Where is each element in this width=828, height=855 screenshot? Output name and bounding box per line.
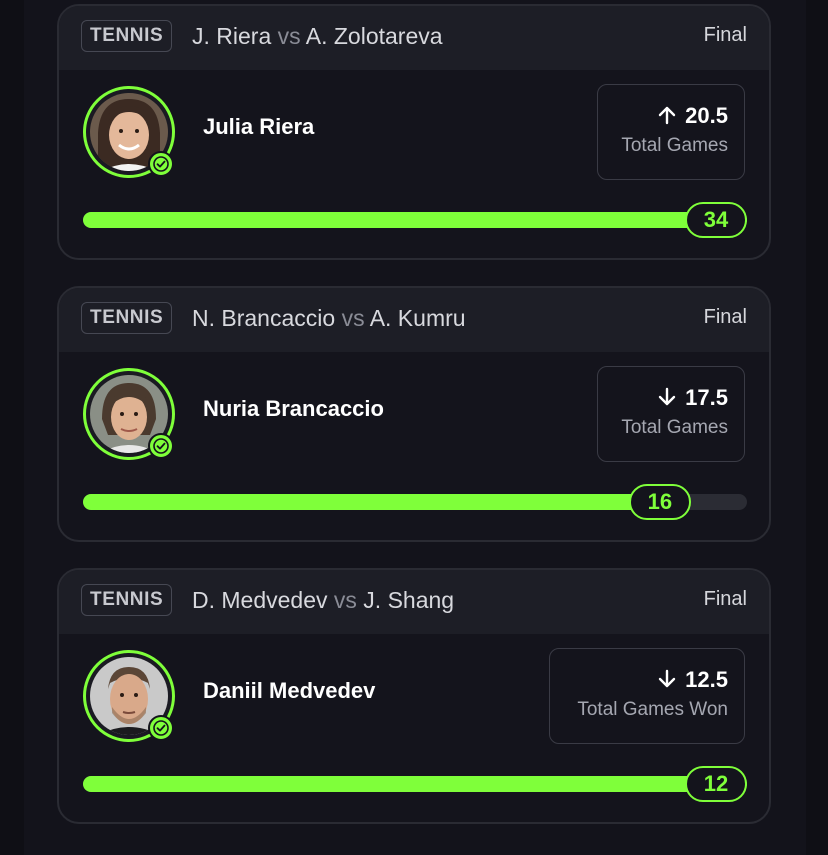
- pick-card-medvedev[interactable]: TENNIS D. Medvedev vs J. Shang Final Dan…: [57, 568, 771, 824]
- pick-stat: Total Games: [621, 135, 728, 156]
- player-b: A. Kumru: [369, 305, 466, 331]
- result-pill: 12: [685, 766, 747, 802]
- pick-line: 12.5: [566, 667, 728, 693]
- game-status: Final: [703, 24, 747, 46]
- result-pill: 16: [628, 484, 691, 520]
- verified-check-icon: [148, 151, 174, 177]
- arrow-down-icon: [658, 387, 676, 406]
- player-name: Daniil Medvedev: [203, 678, 376, 703]
- verified-check-icon: [148, 433, 174, 459]
- player-b: J. Shang: [363, 587, 455, 613]
- card-header: TENNIS N. Brancaccio vs A. Kumru Final: [59, 288, 769, 352]
- matchup-title: J. Riera vs A. Zolotareva: [192, 22, 443, 50]
- sport-tag: TENNIS: [81, 302, 173, 334]
- progress-track: [83, 776, 747, 792]
- matchup-title: N. Brancaccio vs A. Kumru: [192, 304, 466, 332]
- card-header: TENNIS J. Riera vs A. Zolotareva Final: [59, 6, 769, 70]
- progress-fill: [83, 494, 690, 510]
- vs-label: vs: [341, 305, 365, 331]
- player-avatar: [83, 86, 175, 178]
- player-b: A. Zolotareva: [305, 23, 443, 49]
- pick-box: 12.5 Total Games Won: [549, 648, 745, 744]
- verified-check-icon: [148, 715, 174, 741]
- card-header: TENNIS D. Medvedev vs J. Shang Final: [59, 570, 769, 634]
- arrow-up-icon: [658, 106, 676, 125]
- pick-card-riera[interactable]: TENNIS J. Riera vs A. Zolotareva Final J…: [57, 4, 771, 260]
- player-name: Nuria Brancaccio: [203, 396, 384, 421]
- pick-box: 20.5 Total Games: [597, 84, 745, 180]
- result-pill: 34: [685, 202, 747, 238]
- vs-label: vs: [333, 587, 357, 613]
- pick-line-value: 20.5: [685, 103, 728, 128]
- progress-fill: [83, 776, 747, 792]
- player-avatar: [83, 368, 175, 460]
- pick-line-value: 12.5: [685, 667, 728, 692]
- player-a: N. Brancaccio: [192, 305, 336, 331]
- pick-line-value: 17.5: [685, 385, 728, 410]
- player-a: D. Medvedev: [192, 587, 328, 613]
- arrow-down-icon: [658, 669, 676, 688]
- player-name: Julia Riera: [203, 114, 315, 139]
- sport-tag: TENNIS: [81, 584, 173, 616]
- vs-label: vs: [277, 23, 301, 49]
- progress-fill: [83, 212, 747, 228]
- player-avatar: [83, 650, 175, 742]
- matchup-title: D. Medvedev vs J. Shang: [192, 586, 454, 614]
- pick-stat: Total Games: [621, 417, 728, 438]
- game-status: Final: [703, 306, 747, 328]
- sport-tag: TENNIS: [81, 20, 173, 52]
- progress-track: [83, 212, 747, 228]
- pick-stat: Total Games Won: [577, 699, 728, 720]
- game-status: Final: [703, 588, 747, 610]
- pick-line: 17.5: [614, 385, 728, 411]
- player-a: J. Riera: [192, 23, 272, 49]
- pick-card-brancaccio[interactable]: TENNIS N. Brancaccio vs A. Kumru Final N…: [57, 286, 771, 542]
- pick-line: 20.5: [614, 103, 728, 129]
- pick-box: 17.5 Total Games: [597, 366, 745, 462]
